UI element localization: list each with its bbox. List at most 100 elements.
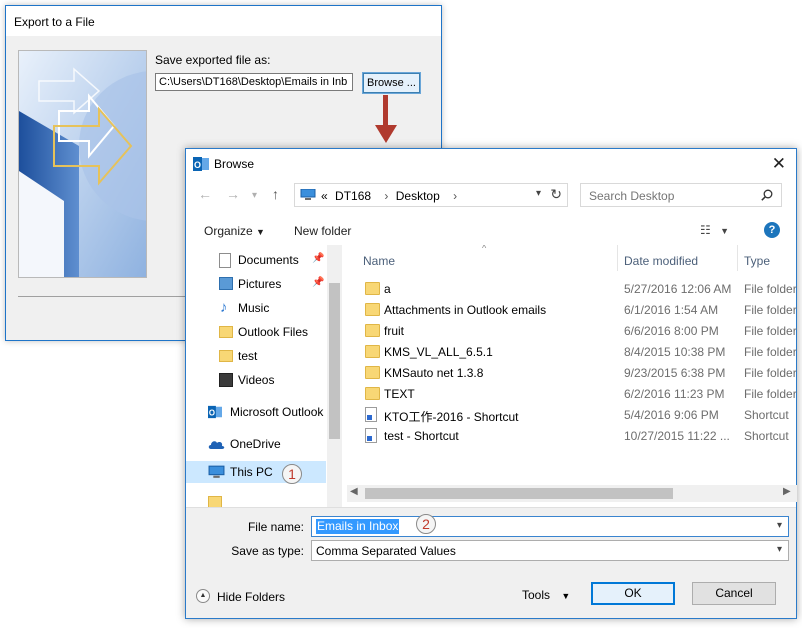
column-divider[interactable] bbox=[737, 245, 738, 271]
save-as-type-select[interactable]: Comma Separated Values ▾ bbox=[311, 540, 789, 561]
back-arrow-icon[interactable]: ← bbox=[198, 186, 212, 202]
folder-icon bbox=[365, 303, 380, 316]
file-type: File folder bbox=[744, 366, 797, 380]
cancel-button[interactable]: Cancel bbox=[692, 582, 776, 605]
export-path-field[interactable]: C:\Users\DT168\Desktop\Emails in Inb bbox=[155, 73, 353, 91]
breadcrumb-overflow[interactable]: « bbox=[321, 189, 328, 203]
file-date: 9/23/2015 6:38 PM bbox=[624, 366, 726, 380]
computer-icon bbox=[208, 465, 225, 478]
chevron-down-icon: ▼ bbox=[256, 227, 265, 237]
nav-item-label: Documents bbox=[238, 253, 299, 267]
help-icon[interactable]: ? bbox=[764, 222, 780, 238]
outlook-icon: O bbox=[208, 405, 222, 419]
column-header-type[interactable]: Type bbox=[744, 254, 770, 268]
file-name: Attachments in Outlook emails bbox=[384, 303, 547, 317]
breadcrumb-separator-icon[interactable]: › bbox=[453, 189, 457, 203]
file-row[interactable]: a 5/27/2016 12:06 AM File folder bbox=[347, 278, 797, 299]
toolbar: Organize ▼ New folder ☷ ▼ ? bbox=[186, 215, 796, 245]
file-row[interactable]: test - Shortcut 10/27/2015 11:22 ... Short… bbox=[347, 425, 797, 446]
up-arrow-icon[interactable]: ↑ bbox=[272, 186, 279, 202]
pin-icon[interactable]: 📌 bbox=[312, 253, 324, 264]
nav-item-videos[interactable]: Videos bbox=[186, 369, 326, 391]
browse-titlebar: O Browse ✕ bbox=[186, 149, 796, 179]
recent-chevron-down-icon[interactable]: ▾ bbox=[252, 190, 257, 201]
address-chevron-down-icon[interactable]: ▾ bbox=[536, 188, 541, 199]
file-name: KMSauto net 1.3.8 bbox=[384, 366, 484, 380]
file-name: fruit bbox=[384, 324, 405, 338]
sort-ascending-icon: ^ bbox=[482, 245, 487, 253]
search-input[interactable] bbox=[581, 184, 761, 208]
nav-item-label: Pictures bbox=[238, 277, 282, 291]
search-icon[interactable] bbox=[761, 189, 773, 201]
file-row[interactable]: KMS_VL_ALL_6.5.1 8/4/2015 10:38 PM File fo… bbox=[347, 341, 797, 362]
refresh-icon[interactable]: ↻ bbox=[550, 186, 562, 203]
scroll-left-icon[interactable]: ◀ bbox=[350, 486, 358, 497]
nav-item-label: Music bbox=[238, 301, 270, 315]
folder-icon bbox=[365, 324, 380, 337]
forward-arrow-icon[interactable]: → bbox=[226, 186, 240, 202]
file-row[interactable]: KTO工作-2016 - Shortcut 5/4/2016 9:06 PM Sho… bbox=[347, 404, 797, 425]
nav-item-partial[interactable] bbox=[186, 491, 326, 507]
close-icon[interactable]: ✕ bbox=[772, 154, 786, 174]
step-badge-1: 1 bbox=[282, 464, 302, 484]
file-type: File folder bbox=[744, 303, 797, 317]
file-date: 5/4/2016 9:06 PM bbox=[624, 408, 719, 422]
chevron-down-icon[interactable]: ▾ bbox=[777, 520, 782, 531]
file-name-label: File name: bbox=[247, 520, 304, 534]
scroll-right-icon[interactable]: ▶ bbox=[783, 486, 791, 497]
organize-button[interactable]: Organize ▼ bbox=[204, 224, 265, 238]
file-date: 6/2/2016 11:23 PM bbox=[624, 387, 725, 401]
horizontal-scrollbar-thumb[interactable] bbox=[365, 488, 673, 499]
column-divider[interactable] bbox=[617, 245, 618, 271]
export-dialog-title: Export to a File bbox=[14, 15, 95, 29]
column-header-name[interactable]: Name bbox=[363, 254, 395, 268]
nav-item-documents[interactable]: Documents 📌 bbox=[186, 249, 326, 271]
nav-scrollbar-thumb[interactable] bbox=[329, 283, 340, 439]
breadcrumb-separator-icon[interactable]: › bbox=[384, 189, 388, 203]
nav-item-outlook-files[interactable]: Outlook Files bbox=[186, 321, 326, 343]
new-folder-button[interactable]: New folder bbox=[294, 224, 351, 238]
chevron-down-icon[interactable]: ▾ bbox=[777, 544, 782, 555]
breadcrumb-dt168[interactable]: DT168 bbox=[335, 189, 371, 203]
view-options-button[interactable]: ☷ ▼ bbox=[700, 223, 729, 237]
file-name: TEXT bbox=[384, 387, 415, 401]
red-arrow-icon bbox=[375, 95, 397, 143]
svg-text:O: O bbox=[194, 160, 201, 170]
address-bar[interactable]: « DT168 › Desktop › ▾ ↻ bbox=[294, 183, 568, 207]
nav-item-microsoft-outlook[interactable]: O Microsoft Outlook bbox=[186, 401, 326, 423]
nav-item-label: test bbox=[238, 349, 258, 363]
nav-item-label: OneDrive bbox=[230, 437, 281, 451]
file-name-value[interactable]: Emails in Inbox bbox=[316, 519, 400, 534]
save-as-type-label: Save as type: bbox=[231, 544, 304, 558]
nav-item-test[interactable]: test bbox=[186, 345, 326, 367]
music-icon: ♪ bbox=[220, 299, 228, 316]
nav-item-pictures[interactable]: Pictures 📌 bbox=[186, 273, 326, 295]
nav-item-label: Videos bbox=[238, 373, 275, 387]
column-headers: ^ Name Date modified Type bbox=[347, 245, 797, 272]
pin-icon[interactable]: 📌 bbox=[312, 277, 324, 288]
nav-item-onedrive[interactable]: OneDrive bbox=[186, 433, 326, 455]
file-row[interactable]: KMSauto net 1.3.8 9/23/2015 6:38 PM File f… bbox=[347, 362, 797, 383]
file-type: File folder bbox=[744, 387, 797, 401]
computer-icon bbox=[300, 189, 316, 200]
file-row[interactable]: TEXT 6/2/2016 11:23 PM File folder bbox=[347, 383, 797, 404]
search-box[interactable] bbox=[580, 183, 782, 208]
chevron-up-icon: ▲ bbox=[196, 589, 210, 603]
ok-button[interactable]: OK bbox=[591, 582, 675, 605]
folder-icon bbox=[208, 496, 222, 507]
nav-item-this-pc[interactable]: This PC bbox=[186, 461, 326, 483]
folder-icon bbox=[365, 366, 380, 379]
chevron-down-icon: ▼ bbox=[720, 226, 730, 236]
file-row[interactable]: Attachments in Outlook emails 6/1/2016 1:… bbox=[347, 299, 797, 320]
column-header-date[interactable]: Date modified bbox=[624, 254, 698, 268]
breadcrumb-desktop[interactable]: Desktop bbox=[396, 189, 440, 203]
file-row[interactable]: fruit 6/6/2016 8:00 PM File folder bbox=[347, 320, 797, 341]
file-date: 6/6/2016 8:00 PM bbox=[624, 324, 719, 338]
export-wizard-graphic bbox=[18, 50, 147, 278]
hide-folders-label: Hide Folders bbox=[217, 590, 286, 604]
navigation-pane: Documents 📌 Pictures 📌 ♪ Music Outlook F… bbox=[186, 245, 342, 507]
file-name-field[interactable]: Emails in Inbox ▾ bbox=[311, 516, 789, 537]
tools-button[interactable]: Tools ▼ bbox=[522, 588, 570, 602]
nav-item-music[interactable]: ♪ Music bbox=[186, 297, 326, 319]
browse-button[interactable]: Browse ... bbox=[362, 72, 421, 94]
